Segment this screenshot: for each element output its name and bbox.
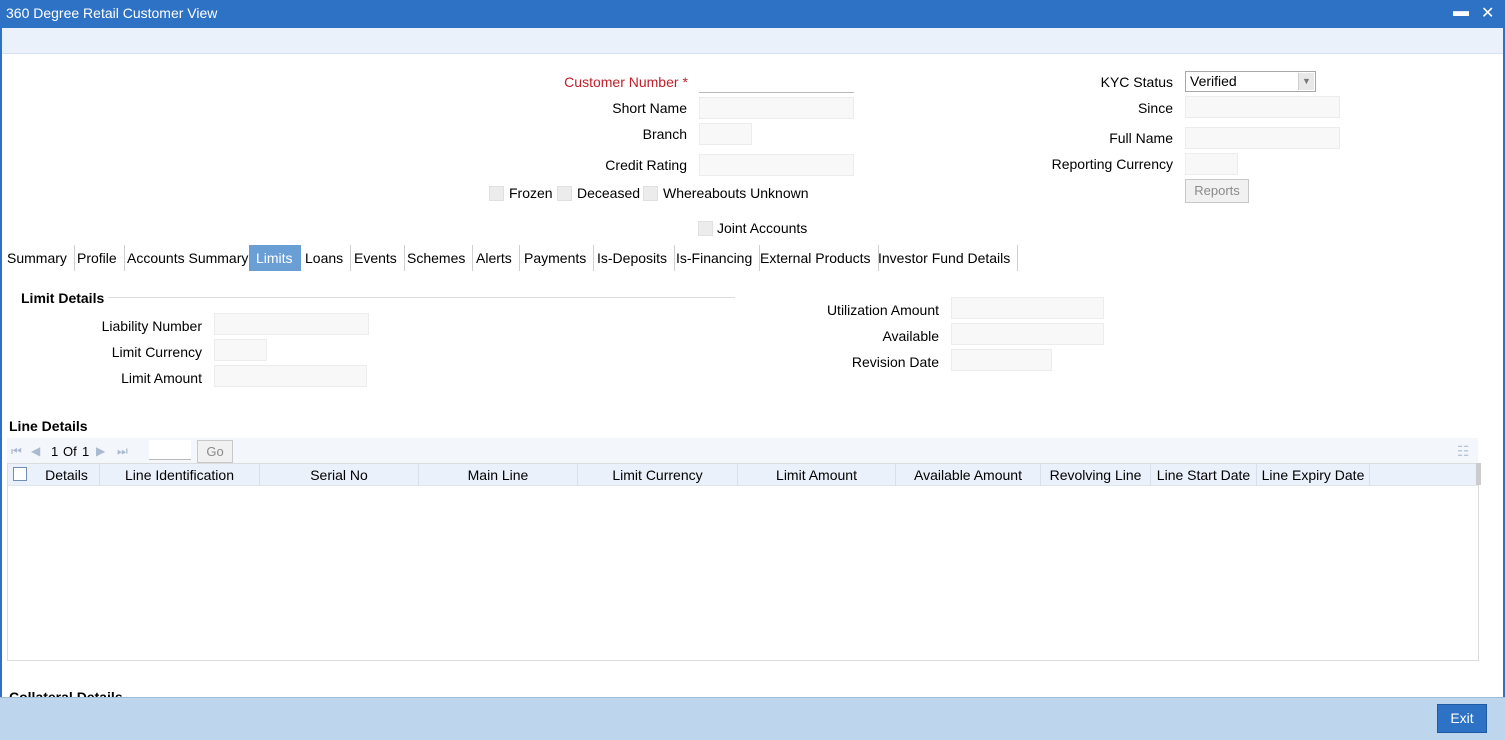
reporting-currency-label: Reporting Currency [1051, 156, 1173, 172]
tab-schemes[interactable]: Schemes [400, 245, 474, 271]
page-of-label: Of [63, 444, 77, 459]
tab-external-products[interactable]: External Products [753, 245, 879, 271]
next-page-icon[interactable]: ▶ [96, 444, 105, 458]
select-all-checkbox[interactable] [13, 467, 27, 481]
window-frame-left [0, 28, 2, 740]
tab-is-deposits[interactable]: Is-Deposits [590, 245, 676, 271]
column-header[interactable]: Serial No [260, 464, 419, 486]
tab-summary[interactable]: Summary [0, 245, 75, 271]
column-header[interactable]: Revolving Line [1041, 464, 1151, 486]
revision-date-field [951, 349, 1052, 371]
exit-button[interactable]: Exit [1437, 704, 1487, 733]
revision-date-label: Revision Date [851, 354, 939, 370]
customer-number-label: Customer Number * [564, 74, 688, 90]
first-page-icon[interactable]: ⏮ [11, 444, 22, 459]
frozen-label: Frozen [509, 185, 553, 201]
credit-rating-label: Credit Rating [605, 157, 687, 173]
page-number-input[interactable] [149, 440, 191, 460]
toolstrip [0, 28, 1505, 54]
whereabouts-unknown-checkbox[interactable] [643, 186, 658, 201]
line-details-title: Line Details [9, 418, 88, 434]
full-name-label: Full Name [1109, 130, 1173, 146]
limit-amount-field [214, 365, 367, 387]
reports-button[interactable]: Reports [1185, 179, 1249, 203]
column-header[interactable]: Limit Currency [578, 464, 738, 486]
window-titlebar: 360 Degree Retail Customer View ▬ ✕ [0, 0, 1505, 28]
previous-page-icon[interactable]: ◀ [31, 444, 40, 458]
column-header[interactable]: Line Start Date [1151, 464, 1257, 486]
grid-scrollbar[interactable] [1476, 463, 1481, 485]
whereabouts-unknown-label: Whereabouts Unknown [663, 185, 809, 201]
short-name-label: Short Name [612, 100, 687, 116]
window-title: 360 Degree Retail Customer View [6, 5, 218, 21]
joint-accounts-checkbox[interactable] [698, 221, 713, 236]
limit-currency-label: Limit Currency [111, 344, 202, 360]
credit-rating-field [699, 154, 854, 176]
tab-investor-fund-details[interactable]: Investor Fund Details [871, 245, 1019, 271]
collateral-details-title: Collateral Details [9, 690, 123, 697]
utilization-amount-label: Utilization Amount [826, 302, 939, 318]
branch-field [699, 123, 752, 145]
limit-amount-label: Limit Amount [121, 370, 202, 386]
required-icon: * [682, 74, 688, 90]
go-button[interactable]: Go [197, 440, 233, 463]
available-field [951, 323, 1104, 345]
since-field [1185, 96, 1340, 118]
reporting-currency-field [1185, 153, 1238, 175]
branch-label: Branch [642, 126, 687, 142]
joint-accounts-label: Joint Accounts [717, 220, 808, 236]
grid-header: Details Line Identification Serial No Ma… [8, 464, 1478, 486]
tab-accounts-summary[interactable]: Accounts Summary [120, 245, 257, 271]
since-label: Since [1137, 100, 1173, 116]
column-header[interactable]: Main Line [419, 464, 578, 486]
tab-limits[interactable]: Limits [249, 245, 301, 271]
column-header[interactable]: Limit Amount [738, 464, 896, 486]
full-name-field [1185, 127, 1340, 149]
limit-currency-field [214, 339, 267, 361]
customer-number-input[interactable] [699, 71, 854, 93]
tab-is-financing[interactable]: Is-Financing [669, 245, 761, 271]
short-name-field [699, 97, 854, 119]
section-divider [108, 297, 735, 298]
tab-profile[interactable]: Profile [70, 245, 125, 271]
liability-number-label: Liability Number [101, 318, 202, 334]
utilization-amount-field [951, 297, 1104, 319]
tab-alerts[interactable]: Alerts [469, 245, 520, 271]
close-icon[interactable]: ✕ [1481, 3, 1494, 23]
column-header[interactable]: Details [34, 464, 100, 486]
tab-payments[interactable]: Payments [517, 245, 595, 271]
chevron-down-icon[interactable]: ▼ [1298, 73, 1314, 90]
total-pages: 1 [82, 444, 90, 459]
line-details-grid: Details Line Identification Serial No Ma… [7, 463, 1479, 661]
tab-loans[interactable]: Loans [298, 245, 352, 271]
column-header[interactable]: Line Identification [100, 464, 260, 486]
column-header[interactable]: Available Amount [896, 464, 1041, 486]
last-page-icon[interactable]: ⏭ [117, 444, 128, 459]
deceased-checkbox[interactable] [557, 186, 572, 201]
current-page: 1 [51, 444, 59, 459]
kyc-status-select[interactable]: Verified ▼ [1185, 71, 1316, 92]
limit-details-title: Limit Details [21, 290, 105, 306]
kyc-status-value: Verified [1190, 73, 1237, 89]
grid-settings-icon[interactable]: ☷ [1457, 443, 1470, 460]
kyc-status-label: KYC Status [1100, 74, 1173, 90]
tab-events[interactable]: Events [347, 245, 405, 271]
deceased-label: Deceased [577, 185, 641, 201]
footer-bar [0, 697, 1505, 740]
column-header[interactable]: Line Expiry Date [1257, 464, 1370, 486]
minimize-icon[interactable]: ▬ [1453, 3, 1469, 21]
liability-number-field [214, 313, 369, 335]
available-label: Available [882, 328, 939, 344]
frozen-checkbox[interactable] [489, 186, 504, 201]
